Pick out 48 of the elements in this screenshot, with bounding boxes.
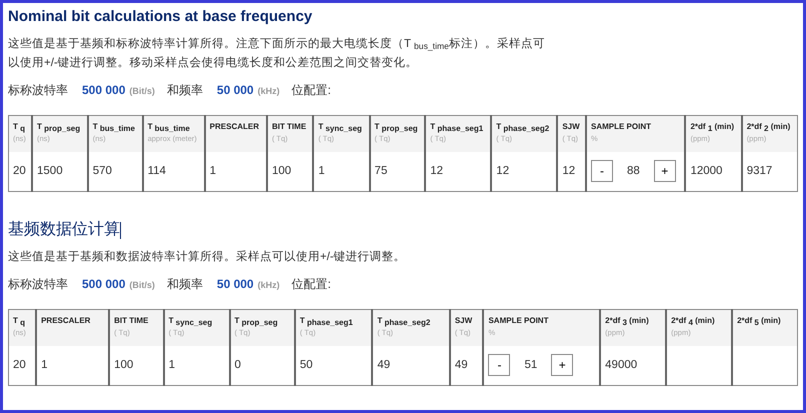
increment-button[interactable]: + xyxy=(654,160,676,182)
description-text: 这些值是基于基频和标称波特率计算所得。注意下面所示的最大电缆长度（T $_{bus_time}$标注）。采样点可以使用+/-键进行调整。移动采样点会使得电缆长度和公差范围之间交替变化。 xyxy=(8,36,546,71)
frequency-value: 50 000 xyxy=(216,276,254,293)
table-cell: 100 xyxy=(109,346,164,386)
label-text: 和频率 xyxy=(166,82,203,99)
table-cell: 9317 xyxy=(742,152,798,192)
unit-text: (kHz) xyxy=(258,85,280,98)
increment-button[interactable]: + xyxy=(551,354,574,376)
label-text: 和频率 xyxy=(166,276,203,293)
bitrate-value: 500 000 xyxy=(82,276,126,293)
label-text: 位配置: xyxy=(292,82,331,99)
decrement-button[interactable]: - xyxy=(591,160,613,182)
table-cell: 20 xyxy=(8,346,36,386)
description-text: 这些值是基于基频和数据波特率计算所得。采样点可以使用+/-键进行调整。 xyxy=(8,249,407,265)
unit-text: (Bit/s) xyxy=(129,279,155,292)
sample-point-value: 51 xyxy=(524,358,538,373)
unit-text: (Bit/s) xyxy=(129,85,155,98)
decrement-button[interactable]: - xyxy=(488,354,510,376)
table-cell: 75 xyxy=(370,152,426,192)
bitrate-value: 500 000 xyxy=(82,82,126,99)
table-cell: 49 xyxy=(450,346,484,386)
table-cell: 1 xyxy=(313,152,370,192)
table-cell: 49 xyxy=(372,346,450,386)
table-cell: 0 xyxy=(230,346,295,386)
table-cell: 12 xyxy=(491,152,558,192)
section-heading: Nominal bit calculations at base frequency xyxy=(8,7,312,27)
table-cell: 100 xyxy=(266,152,314,192)
label-text: 标称波特率 xyxy=(8,276,68,293)
column-header: PRESCALER xyxy=(36,310,110,346)
table-cell: 1 xyxy=(164,346,230,386)
table-cell: 1 xyxy=(36,346,110,386)
table-cell: 1 xyxy=(204,152,267,192)
sample-point-value: 88 xyxy=(627,164,640,179)
unit-text: (kHz) xyxy=(258,279,280,292)
label-text: 位配置: xyxy=(292,276,331,293)
table-cell: 114 xyxy=(142,152,205,192)
table-cell: 12 xyxy=(557,152,586,192)
column-header: PRESCALER xyxy=(204,116,267,152)
table-cell: 20 xyxy=(8,152,32,192)
table-cell: 1500 xyxy=(32,152,88,192)
table-cell: 49000 xyxy=(600,346,666,386)
label-text: 标称波特率 xyxy=(8,82,68,99)
table-cell: 12 xyxy=(425,152,492,192)
frequency-value: 50 000 xyxy=(216,82,254,99)
section-heading: 基频数据位计算 xyxy=(8,220,120,240)
table-cell: 50 xyxy=(294,346,372,386)
table-cell: 12000 xyxy=(685,152,742,192)
table-cell: 570 xyxy=(88,152,143,192)
